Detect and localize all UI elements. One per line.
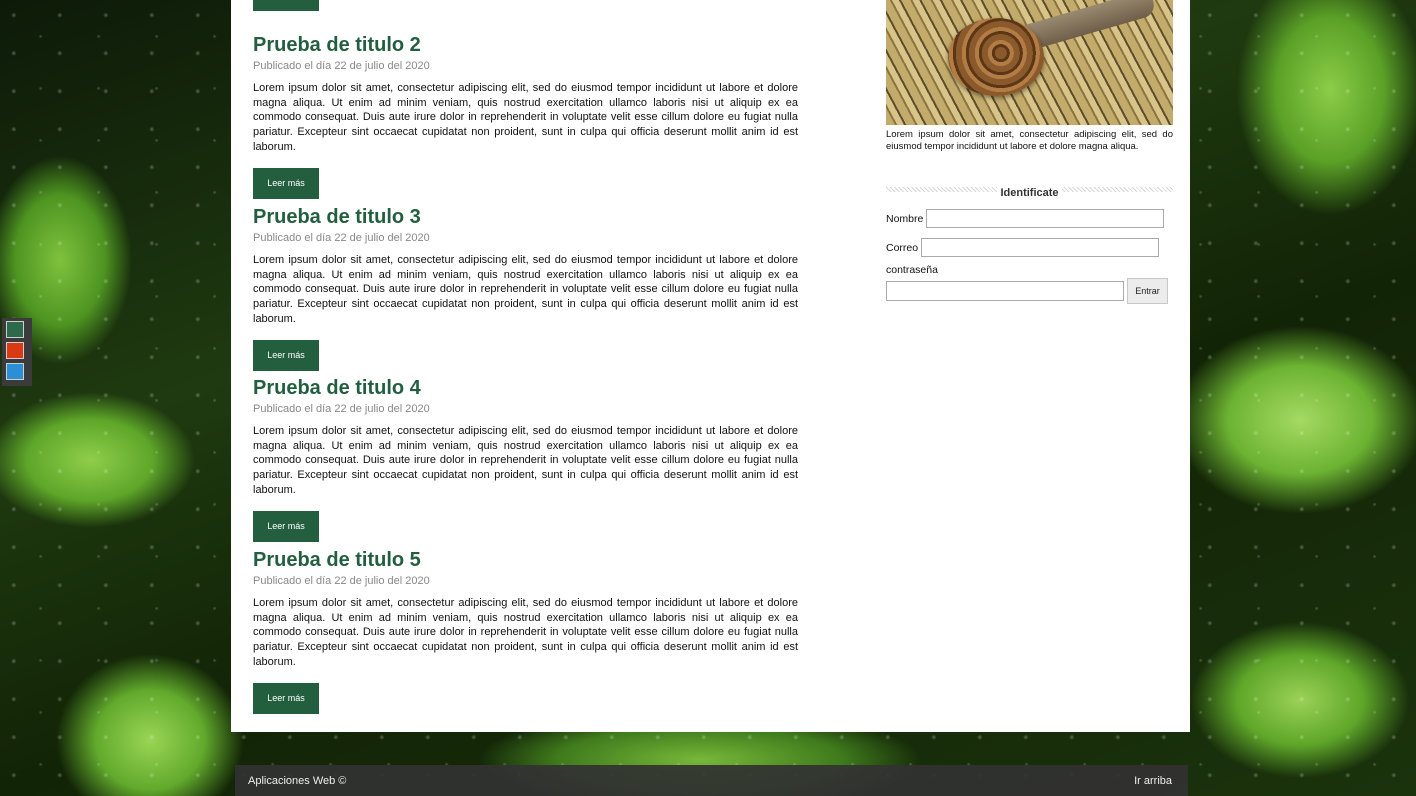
image-caption: Lorem ipsum dolor sit amet, consectetur … — [886, 129, 1173, 152]
read-more-button[interactable]: Leer más — [253, 682, 319, 714]
post-2: Prueba de titulo 2 Publicado el día 22 d… — [253, 33, 798, 199]
password-field[interactable] — [886, 281, 1124, 301]
name-field[interactable] — [926, 209, 1165, 228]
footer-copyright: Aplicaciones Web © — [248, 775, 347, 787]
post-title[interactable]: Prueba de titulo 5 — [253, 548, 798, 572]
post-4: Prueba de titulo 4 Publicado el día 22 d… — [253, 376, 798, 542]
post-date: Publicado el día 22 de julio del 2020 — [253, 60, 430, 72]
content-panel: Prueba de titulo 2 Publicado el día 22 d… — [231, 0, 1190, 732]
email-row: Correo — [886, 238, 1173, 257]
back-to-top-link[interactable]: Ir arriba — [1134, 775, 1172, 787]
post-body: Lorem ipsum dolor sit amet, consectetur … — [253, 597, 798, 668]
post-5: Prueba de titulo 5 Publicado el día 22 d… — [253, 548, 798, 714]
post-date: Publicado el día 22 de julio del 2020 — [253, 575, 430, 587]
theme-switcher — [2, 318, 32, 386]
login-heading-text: Identificate — [997, 187, 1062, 199]
post-body: Lorem ipsum dolor sit amet, consectetur … — [253, 82, 798, 153]
email-field[interactable] — [921, 238, 1160, 257]
theme-swatch-blue[interactable] — [6, 363, 24, 380]
login-heading: Identificate — [886, 183, 1173, 199]
password-row: Entrar — [886, 278, 1173, 304]
footer: Aplicaciones Web © Ir arriba — [235, 765, 1188, 796]
post-date: Publicado el día 22 de julio del 2020 — [253, 232, 430, 244]
theme-swatch-red[interactable] — [6, 342, 24, 359]
post-date: Publicado el día 22 de julio del 2020 — [253, 403, 430, 415]
read-more-button[interactable]: Leer más — [253, 339, 319, 371]
name-label: Nombre — [886, 212, 924, 225]
snail-image — [886, 0, 1173, 125]
read-more-button-partial[interactable] — [253, 0, 319, 11]
password-label: contraseña — [886, 264, 938, 276]
sidebar: Lorem ipsum dolor sit amet, consectetur … — [886, 0, 1173, 304]
post-body: Lorem ipsum dolor sit amet, consectetur … — [253, 254, 798, 325]
post-3: Prueba de titulo 3 Publicado el día 22 d… — [253, 205, 798, 371]
read-more-button[interactable]: Leer más — [253, 510, 319, 542]
snail-shell — [948, 18, 1044, 96]
login-submit-button[interactable]: Entrar — [1127, 278, 1168, 304]
post-title[interactable]: Prueba de titulo 2 — [253, 33, 798, 57]
post-title[interactable]: Prueba de titulo 4 — [253, 376, 798, 400]
name-row: Nombre — [886, 209, 1173, 228]
email-label: Correo — [886, 241, 919, 254]
read-more-button[interactable]: Leer más — [253, 167, 319, 199]
theme-swatch-green[interactable] — [6, 321, 24, 338]
post-title[interactable]: Prueba de titulo 3 — [253, 205, 798, 229]
post-body: Lorem ipsum dolor sit amet, consectetur … — [253, 425, 798, 496]
